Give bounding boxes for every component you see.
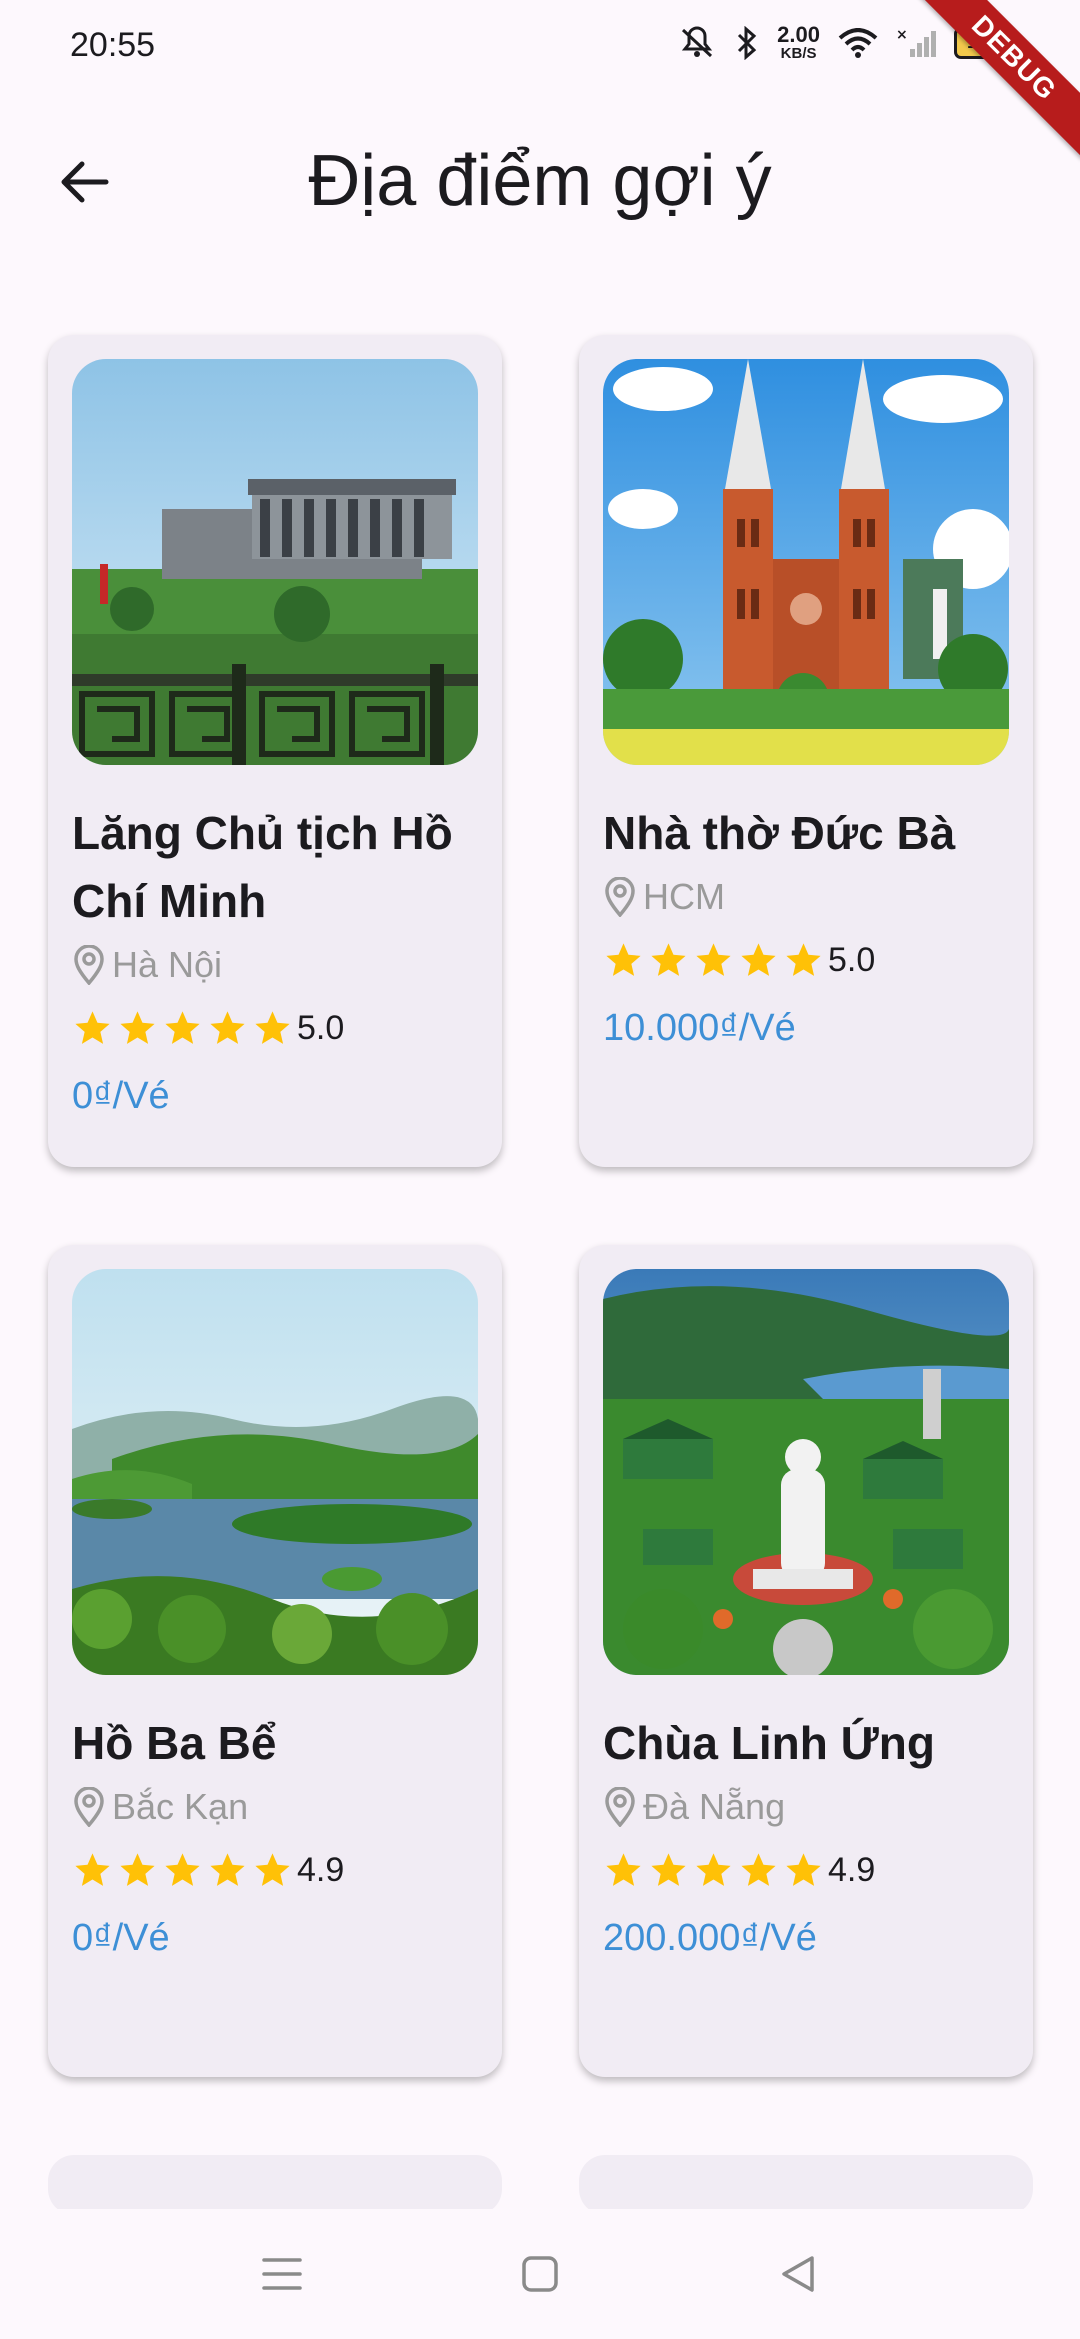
star-icon (255, 1852, 290, 1886)
place-price[interactable]: 10.000₫/Vé (603, 993, 1013, 1063)
place-location: Hà Nội (72, 935, 482, 995)
status-bar: 20:55 2.00 KB/S × 100 DEBUG (0, 0, 1080, 159)
network-speed-value: 2.00 (777, 22, 820, 47)
place-price[interactable]: 0₫/Vé (72, 1061, 482, 1131)
back-nav-button[interactable] (758, 2241, 838, 2307)
place-price[interactable]: 200.000₫/Vé (603, 1903, 1013, 1973)
place-rating: 4.9 (72, 1837, 482, 1903)
place-card[interactable]: Chùa Linh Ứng Đà Nẵng 4.9 200.000₫/Vé (579, 1245, 1033, 2077)
place-image-pagoda (603, 1269, 1009, 1675)
rating-stars (72, 1850, 293, 1891)
star-icon (696, 942, 731, 976)
bluetooth-icon (735, 25, 759, 60)
mute-vibrate-icon (677, 26, 717, 60)
place-card-partial[interactable] (579, 2155, 1033, 2215)
place-meta: Đà Nẵng 4.9 200.000₫/Vé (603, 1777, 1013, 1973)
place-name: Nhà thờ Đức Bà (603, 807, 956, 859)
star-icon (165, 1010, 200, 1044)
rating-stars (72, 1008, 293, 1049)
svg-text:×: × (896, 27, 908, 43)
star-icon (75, 1852, 110, 1886)
place-card[interactable]: Lăng Chủ tịch Hồ Chí Minh Hà Nội 5.0 0₫/… (48, 335, 502, 1167)
place-location-text: HCM (643, 876, 725, 917)
rating-value: 5.0 (297, 1008, 345, 1047)
status-time: 20:55 (70, 26, 156, 64)
location-pin-icon (605, 1787, 635, 1827)
place-name: Hồ Ba Bể (72, 1717, 277, 1769)
place-image-mausoleum (72, 359, 478, 765)
star-icon (120, 1010, 155, 1044)
rating-value: 4.9 (297, 1850, 345, 1889)
star-icon (165, 1852, 200, 1886)
place-location-text: Hà Nội (112, 944, 223, 985)
place-card[interactable]: Hồ Ba Bể Bắc Kạn 4.9 0₫/Vé (48, 1245, 502, 2077)
star-icon (651, 1852, 686, 1886)
place-meta: Bắc Kạn 4.9 0₫/Vé (72, 1777, 482, 1973)
place-rating: 5.0 (72, 995, 482, 1061)
star-icon (120, 1852, 155, 1886)
place-meta: Hà Nội 5.0 0₫/Vé (72, 935, 482, 1131)
back-triangle-icon (782, 2256, 814, 2292)
star-icon (786, 942, 821, 976)
network-speed-unit: KB/S (780, 45, 817, 62)
rating-value: 4.9 (828, 1850, 876, 1889)
star-icon (210, 1010, 245, 1044)
place-image-cathedral (603, 359, 1009, 765)
no-signal-icon: × (896, 27, 936, 59)
location-pin-icon (605, 877, 635, 917)
page-title: Địa điểm gợi ý (308, 141, 772, 221)
network-speed: 2.00 KB/S (777, 22, 820, 62)
star-icon (696, 1852, 731, 1886)
location-pin-icon (74, 1787, 104, 1827)
recent-apps-button[interactable] (242, 2241, 322, 2307)
place-name: Lăng Chủ tịch Hồ Chí Minh (72, 807, 453, 927)
location-pin-icon (74, 945, 104, 985)
app-bar: Địa điểm gợi ý (0, 96, 1080, 266)
star-icon (210, 1852, 245, 1886)
place-image-lake (72, 1269, 478, 1675)
system-nav-bar (0, 2209, 1080, 2339)
menu-icon (262, 2258, 302, 2290)
star-icon (255, 1010, 290, 1044)
place-name: Chùa Linh Ứng (603, 1717, 935, 1769)
wifi-icon (838, 27, 878, 58)
star-icon (606, 1852, 641, 1886)
star-icon (741, 942, 776, 976)
star-icon (75, 1010, 110, 1044)
place-location-text: Bắc Kạn (112, 1786, 249, 1827)
place-card[interactable]: Nhà thờ Đức Bà HCM 5.0 10.000₫/Vé (579, 335, 1033, 1167)
star-icon (606, 942, 641, 976)
place-card-partial[interactable] (48, 2155, 502, 2215)
place-price[interactable]: 0₫/Vé (72, 1903, 482, 1973)
place-location-text: Đà Nẵng (643, 1786, 786, 1827)
place-location: HCM (603, 867, 1013, 927)
place-meta: HCM 5.0 10.000₫/Vé (603, 867, 1013, 1063)
place-rating: 5.0 (603, 927, 1013, 993)
rating-stars (603, 940, 824, 981)
star-icon (786, 1852, 821, 1886)
home-button[interactable] (500, 2241, 580, 2307)
place-rating: 4.9 (603, 1837, 1013, 1903)
rating-value: 5.0 (828, 940, 876, 979)
place-location: Bắc Kạn (72, 1777, 482, 1837)
place-location: Đà Nẵng (603, 1777, 1013, 1837)
star-icon (741, 1852, 776, 1886)
star-icon (651, 942, 686, 976)
rating-stars (603, 1850, 824, 1891)
home-square-icon (522, 2256, 558, 2292)
